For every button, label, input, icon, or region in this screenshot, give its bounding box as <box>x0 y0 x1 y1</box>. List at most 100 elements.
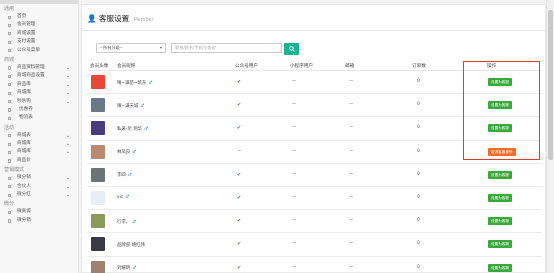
sidebar-top-bar <box>0 0 78 4</box>
sidebar-item[interactable]: 微分销 ⌄ <box>0 174 78 182</box>
sidebar-item[interactable]: 商城商品设置 ⌄ <box>0 72 78 80</box>
public-user-dash: — <box>237 148 242 154</box>
search-placeholder: 昵称/姓名/手机号查询 <box>175 45 216 50</box>
nickname-text: 品牌部-胡红伟 <box>117 242 145 248</box>
member-nickname: 林凤良 ♂ <box>117 149 136 155</box>
sidebar-item[interactable]: 微商城 <box>0 208 78 216</box>
male-icon: ♂ <box>127 173 132 179</box>
order-count: 0 <box>417 102 420 108</box>
order-count: 0 <box>417 148 420 154</box>
avatar <box>91 144 105 159</box>
chevron-down-icon: ⌄ <box>65 98 70 105</box>
member-nickname: 李四 ♂ <box>117 172 132 178</box>
table-row: 行李。 ♂ ✔ — — 0 设置为客服 <box>87 210 542 234</box>
sidebar-item[interactable]: 合伙人 ⌄ <box>0 183 78 191</box>
order-count: 0 <box>417 218 420 224</box>
male-icon: ♂ <box>140 103 145 109</box>
menu-square-icon <box>8 185 12 189</box>
email-cell: — <box>349 264 354 270</box>
sidebar-item[interactable]: 商品资料管理 ⌄ <box>0 64 78 72</box>
menu-square-icon <box>8 40 12 44</box>
set-as-service-button[interactable]: 设置为客服 <box>488 193 512 202</box>
sidebar-section-title: 营销模式 <box>4 167 25 174</box>
sidebar-item[interactable]: 商城库 ⌄ <box>0 148 78 156</box>
scrollbar-thumb[interactable] <box>548 10 553 160</box>
sidebar-item[interactable]: 商城设置 <box>0 30 78 38</box>
menu-square-icon <box>8 91 12 95</box>
sidebar-item[interactable]: 商品库 ⌄ <box>0 81 78 89</box>
order-count: 0 <box>417 171 420 177</box>
menu-square-icon <box>8 193 12 197</box>
scrollbar[interactable] <box>546 0 554 273</box>
sidebar-item[interactable]: 会员管理 <box>0 21 78 29</box>
avatar <box>91 98 105 113</box>
chevron-down-icon: ⌄ <box>65 132 70 139</box>
mini-user-dash: — <box>292 218 297 224</box>
public-user-check-icon: ✔ <box>237 79 242 85</box>
sidebar-item[interactable]: 商城库 ⌄ <box>0 140 78 148</box>
sidebar-item[interactable]: 秒杀购 ⌄ <box>0 98 78 106</box>
app-window: 通用 首页 会员管理 商城设置 支付设置 公众号菜单 商城 商品资料管理 ⌄ 商城商品设置 ⌄ 商品库… <box>0 0 554 273</box>
sidebar-item[interactable]: 公众号菜单 <box>0 47 78 55</box>
menu-square-icon <box>8 49 12 53</box>
sidebar-item[interactable]: 物流表 <box>0 114 78 122</box>
sidebar-item-label: 微分销 <box>17 175 31 181</box>
sidebar-item[interactable]: 商城表 ⌄ <box>0 132 78 140</box>
avatar <box>91 75 105 89</box>
menu-square-icon <box>8 15 12 19</box>
sidebar-item[interactable]: 微分销 <box>0 217 78 225</box>
sidebar-section-title: 活动 <box>4 124 15 131</box>
set-as-service-button[interactable]: 设置为客服 <box>488 170 512 179</box>
sidebar-menu: 通用 首页 会员管理 商城设置 支付设置 公众号菜单 商城 商品资料管理 ⌄ 商城商品设置 ⌄ 商品库… <box>0 5 78 225</box>
avatar <box>91 190 105 205</box>
member-nickname: 行李。 ♂ <box>117 219 136 225</box>
avatar <box>91 121 105 136</box>
mini-user-dash: — <box>292 171 297 177</box>
member-nickname: 品牌部-胡红伟 <box>117 242 145 248</box>
menu-square-icon <box>8 100 12 104</box>
public-user-check-icon: ✔ <box>237 218 242 225</box>
nickname-text: 晴~满苗~筑东 <box>117 80 147 86</box>
avatar <box>91 167 105 182</box>
menu-square-icon <box>8 66 12 70</box>
nickname-text: 李四 <box>117 173 126 179</box>
member-nickname: vic ♂ <box>117 195 129 200</box>
sidebar-item-label: 会员管理 <box>17 22 36 28</box>
sidebar-item[interactable]: 优惠券 <box>0 106 78 114</box>
menu-square-icon <box>8 23 12 28</box>
sidebar-item[interactable]: 支付设置 <box>0 38 78 46</box>
set-as-service-button[interactable]: 设置为客服 <box>488 240 512 249</box>
nickname-text: vic <box>117 195 124 201</box>
mini-user-dash: — <box>292 125 297 131</box>
male-icon: ♂ <box>132 219 137 225</box>
page-title: 👤 客服设置 Member <box>87 13 153 24</box>
nickname-text: 林凤良 <box>117 150 131 156</box>
search-input[interactable]: 昵称/姓名/手机号查询 <box>171 43 282 53</box>
sidebar-item-label: 商品库 <box>17 81 31 87</box>
sidebar-item[interactable]: 首页 <box>0 13 78 21</box>
sidebar-section-title: 通用 <box>4 6 15 12</box>
mini-user-dash: — <box>292 79 297 84</box>
order-count: 0 <box>417 241 420 247</box>
sidebar-item-label: 支付设置 <box>17 39 36 45</box>
email-cell: — <box>349 102 354 108</box>
avatar <box>91 214 105 229</box>
public-user-check-icon: ✔ <box>237 241 242 248</box>
mini-user-dash: — <box>292 241 297 247</box>
header-nickname: 会员昵称 <box>117 64 136 69</box>
set-as-service-button[interactable]: 设置为客服 <box>488 217 512 226</box>
search-button[interactable] <box>284 43 299 55</box>
level-select[interactable]: --所有分级-- ▾ <box>96 43 166 53</box>
sidebar-item[interactable]: 微分红 ⌄ <box>0 191 78 199</box>
set-as-service-button[interactable]: 设置为客服 <box>488 263 512 272</box>
menu-square-icon <box>8 159 12 163</box>
sidebar-item[interactable]: 商品价 <box>0 157 78 165</box>
nickname-text: 行李。 <box>117 219 131 225</box>
sidebar-item-label: 秒杀购 <box>17 98 31 104</box>
menu-square-icon <box>8 219 12 223</box>
nickname-text: 晴~满天城 <box>117 103 139 109</box>
sidebar-item-label: 物流表 <box>19 115 33 121</box>
chevron-down-icon: ⌄ <box>65 90 70 97</box>
sidebar-item[interactable]: 商城库 ⌄ <box>0 89 78 97</box>
menu-square-icon <box>8 83 12 87</box>
